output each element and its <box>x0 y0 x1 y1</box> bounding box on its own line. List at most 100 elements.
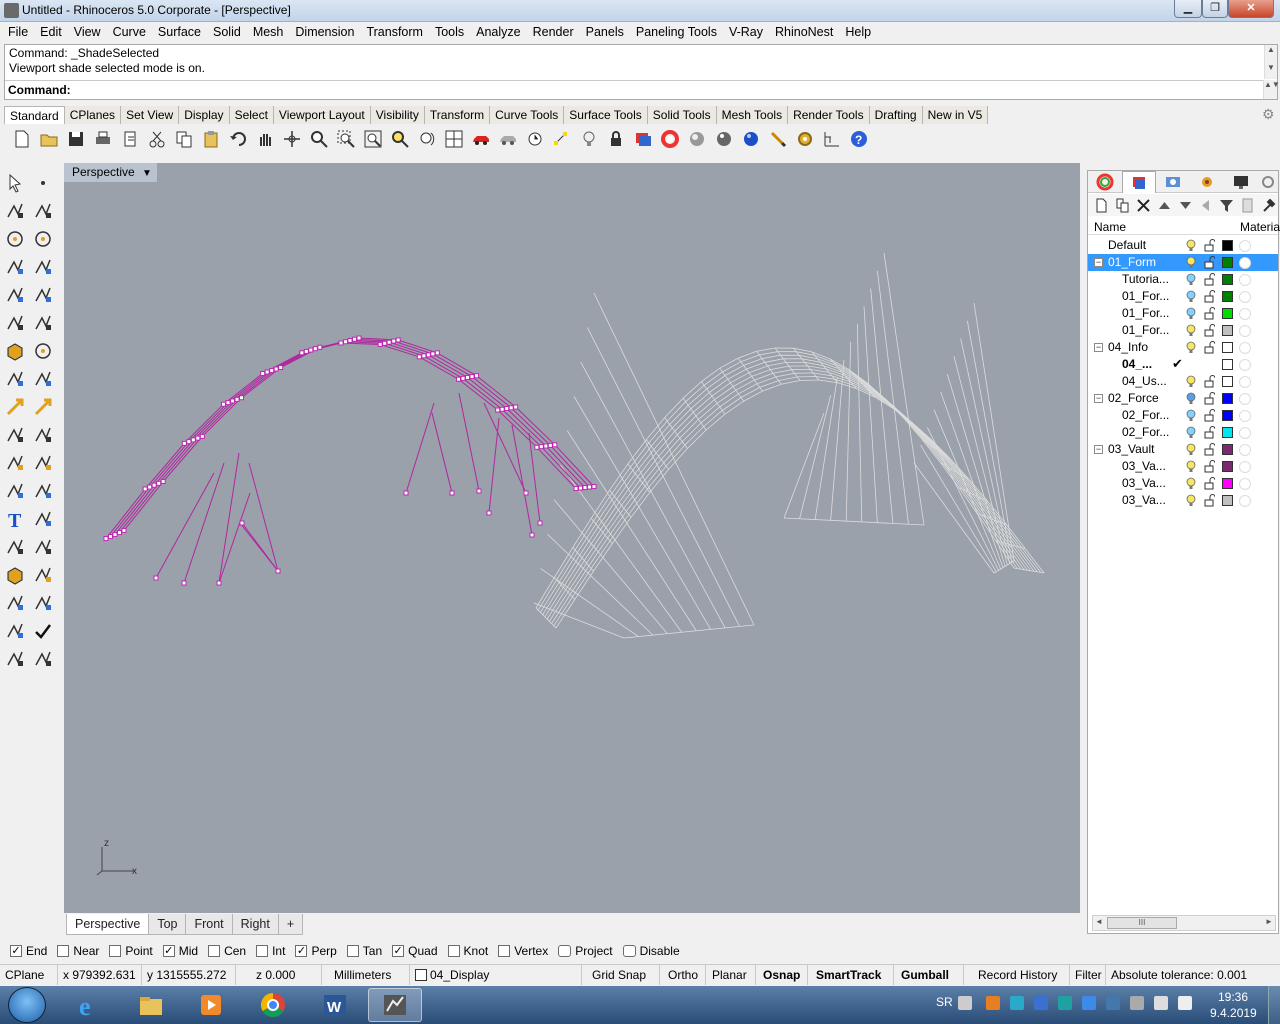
osnap-tan[interactable]: Tan <box>346 944 382 958</box>
vault-mesh-white[interactable] <box>533 252 1045 639</box>
layer-name[interactable]: 04_Us... <box>1122 374 1167 388</box>
copy-icon[interactable] <box>172 127 196 151</box>
layer-material-icon[interactable] <box>1239 342 1251 354</box>
layer-row[interactable]: 01_For... <box>1088 322 1278 339</box>
osnap-checkbox[interactable]: ✓ <box>392 945 405 957</box>
layer-color-swatch[interactable] <box>1222 240 1233 251</box>
osnap-perp[interactable]: ✓ Perp <box>295 944 337 958</box>
open-folder-icon[interactable] <box>37 127 61 151</box>
layer-visibility-bulb-icon[interactable] <box>1186 290 1196 303</box>
properties-icon[interactable] <box>523 127 547 151</box>
trim-icon[interactable] <box>30 422 56 448</box>
layer-color-swatch[interactable] <box>1222 257 1233 268</box>
layer-name[interactable]: 03_Vault <box>1108 442 1154 456</box>
layer-row[interactable]: 02_For... <box>1088 424 1278 441</box>
layer-unlocked-icon[interactable] <box>1204 290 1215 303</box>
layer-material-icon[interactable] <box>1239 393 1251 405</box>
color-wheel-icon[interactable] <box>658 127 682 151</box>
planar-toggle[interactable]: Planar <box>706 965 756 985</box>
units-status[interactable]: Millimeters <box>322 965 410 985</box>
layer-visibility-bulb-icon[interactable] <box>1186 239 1196 252</box>
layer-row[interactable]: 04_Us... <box>1088 373 1278 390</box>
toolbar-tab-new-in-v5[interactable]: New in V5 <box>922 106 989 124</box>
osnap-disable[interactable]: Disable <box>622 944 680 958</box>
osnap-checkbox[interactable] <box>558 945 572 957</box>
layer-row[interactable]: Tutoria... <box>1088 271 1278 288</box>
layer-color-swatch[interactable] <box>1222 342 1233 353</box>
toolbar-tab-solid-tools[interactable]: Solid Tools <box>647 106 717 124</box>
action-center-flag-icon[interactable] <box>1130 996 1144 1010</box>
osnap-int[interactable]: Int <box>256 944 285 958</box>
menu-paneling-tools[interactable]: Paneling Tools <box>630 22 723 42</box>
layer-material-icon[interactable] <box>1239 274 1251 286</box>
osnap-checkbox[interactable]: ✓ <box>162 945 175 957</box>
layer-visibility-bulb-icon[interactable] <box>1186 341 1196 354</box>
column-header-name[interactable]: Name <box>1094 220 1126 234</box>
toolbar-tab-transform[interactable]: Transform <box>424 106 491 124</box>
layers-horizontal-scrollbar[interactable]: ◄ III ► <box>1092 915 1276 931</box>
word-icon[interactable]: W <box>308 988 362 1022</box>
nudge-icon[interactable] <box>30 590 56 616</box>
ellipse-icon[interactable] <box>30 226 56 252</box>
layer-name[interactable]: Default <box>1108 238 1146 252</box>
layer-material-icon[interactable] <box>1239 325 1251 337</box>
layer-color-swatch[interactable] <box>1222 325 1233 336</box>
lightbulb-icon[interactable] <box>577 127 601 151</box>
layer-unlocked-icon[interactable] <box>1204 392 1215 405</box>
toolbar-tab-mesh-tools[interactable]: Mesh Tools <box>716 106 789 124</box>
save-icon[interactable] <box>64 127 88 151</box>
layer-row[interactable]: Default <box>1088 237 1278 254</box>
layer-visibility-bulb-icon[interactable] <box>1186 273 1196 286</box>
toolbar-tab-curve-tools[interactable]: Curve Tools <box>490 106 565 124</box>
mesh-plane-icon[interactable] <box>30 366 56 392</box>
layer-row[interactable]: 01_For... <box>1088 305 1278 322</box>
layer-color-swatch[interactable] <box>1222 291 1233 302</box>
menu-view[interactable]: View <box>68 22 107 42</box>
view-tab-front[interactable]: Front <box>185 914 233 935</box>
split-icon[interactable] <box>2 422 28 448</box>
layer-row[interactable]: 04_... ✔ <box>1088 356 1278 373</box>
toolbar-options-gear-icon[interactable]: ⚙ <box>1262 106 1278 122</box>
viewport-menu-dropdown-icon[interactable]: ▼ <box>142 168 152 179</box>
input-language[interactable]: SR <box>936 995 953 1009</box>
menu-solid[interactable]: Solid <box>207 22 247 42</box>
toolbar-tab-cplanes[interactable]: CPlanes <box>64 106 122 124</box>
curve-points-icon[interactable] <box>30 198 56 224</box>
command-input[interactable] <box>75 82 1255 98</box>
layer-color-swatch[interactable] <box>1222 274 1233 285</box>
layer-color-swatch[interactable] <box>1222 461 1233 472</box>
menu-panels[interactable]: Panels <box>580 22 630 42</box>
layer-material-icon[interactable] <box>1239 291 1251 303</box>
layer-color-swatch[interactable] <box>1222 308 1233 319</box>
layer-material-icon[interactable] <box>1239 427 1251 439</box>
zoom-window-icon[interactable] <box>334 127 358 151</box>
polyline-icon[interactable] <box>2 198 28 224</box>
menu-help[interactable]: Help <box>839 22 877 42</box>
move-layer-out-icon[interactable] <box>1196 196 1215 215</box>
layer-color-swatch[interactable] <box>1222 495 1233 506</box>
render-sphere-icon[interactable] <box>712 127 736 151</box>
text-icon[interactable]: T <box>2 506 28 532</box>
osnap-checkbox[interactable] <box>622 945 636 957</box>
menu-curve[interactable]: Curve <box>107 22 152 42</box>
layer-name[interactable]: Tutoria... <box>1122 272 1169 286</box>
render-shade-icon[interactable] <box>2 646 28 672</box>
layer-material-icon[interactable] <box>1239 308 1251 320</box>
command-scroll-arrows[interactable]: ▲▼ <box>1263 80 1280 99</box>
layer-row[interactable]: 03_Va... <box>1088 458 1278 475</box>
layer-collapse-icon[interactable]: − <box>1094 258 1103 267</box>
layer-icon[interactable] <box>631 127 655 151</box>
layer-row[interactable]: 02_For... <box>1088 407 1278 424</box>
menu-edit[interactable]: Edit <box>34 22 68 42</box>
group-icon[interactable] <box>30 450 56 476</box>
osnap-near[interactable]: Near <box>57 944 99 958</box>
layer-unlocked-icon[interactable] <box>1204 494 1215 507</box>
command-history-scrollbar[interactable]: ▲ ▼ <box>1264 45 1277 79</box>
media-player-icon[interactable] <box>184 988 238 1022</box>
file-explorer-icon[interactable] <box>124 988 178 1022</box>
gumball-star-icon[interactable] <box>2 394 28 420</box>
gumball-toggle[interactable]: Gumball <box>894 965 964 985</box>
osnap-checkbox[interactable]: ✓ <box>10 945 22 957</box>
layer-row[interactable]: 01_For... <box>1088 288 1278 305</box>
sphere-union-icon[interactable] <box>30 338 56 364</box>
